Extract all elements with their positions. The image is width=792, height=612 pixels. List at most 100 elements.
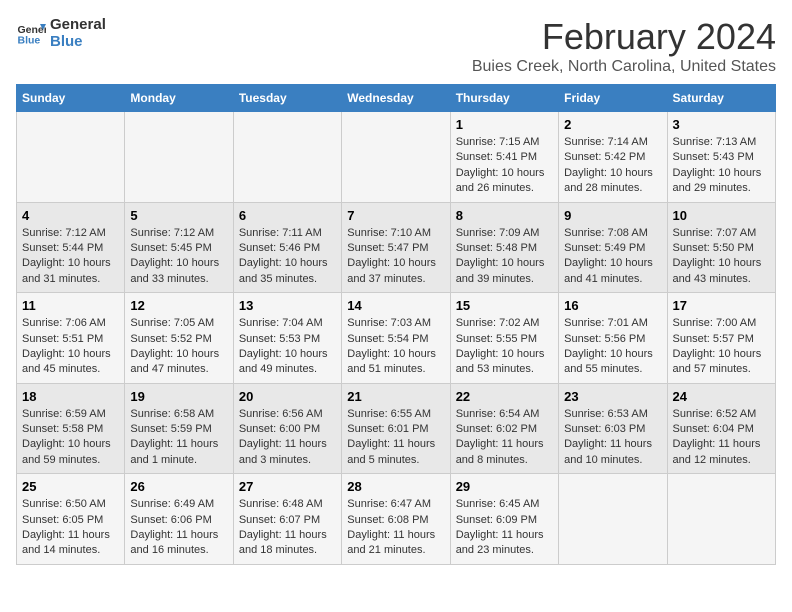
- header-day-saturday: Saturday: [667, 85, 775, 112]
- day-info: Sunrise: 7:10 AM Sunset: 5:47 PM Dayligh…: [347, 226, 444, 288]
- calendar-cell: 28 Sunrise: 6:47 AM Sunset: 6:08 PM Dayli…: [342, 474, 450, 565]
- calendar-cell: 7 Sunrise: 7:10 AM Sunset: 5:47 PM Daylig…: [342, 202, 450, 293]
- calendar-cell: 24Sunrise: 6:52 AM Sunset: 6:04 PM Dayli…: [667, 383, 775, 474]
- calendar-cell: 26 Sunrise: 6:49 AM Sunset: 6:06 PM Dayli…: [125, 474, 233, 565]
- calendar-cell: 14 Sunrise: 7:03 AM Sunset: 5:54 PM Dayli…: [342, 293, 450, 384]
- page-header: General Blue General Blue February 2024 …: [16, 16, 776, 76]
- main-title: February 2024: [472, 16, 776, 58]
- day-number: 28: [347, 479, 444, 494]
- calendar-week-row: 25 Sunrise: 6:50 AM Sunset: 6:05 PM Dayli…: [17, 474, 776, 565]
- calendar-cell: [125, 112, 233, 203]
- logo-line2: Blue: [50, 33, 106, 50]
- day-number: 16: [564, 298, 661, 313]
- calendar-cell: [17, 112, 125, 203]
- calendar-week-row: 4 Sunrise: 7:12 AM Sunset: 5:44 PM Daylig…: [17, 202, 776, 293]
- day-info: Sunrise: 6:49 AM Sunset: 6:06 PM Dayligh…: [130, 497, 227, 559]
- day-number: 8: [456, 208, 553, 223]
- header-day-friday: Friday: [559, 85, 667, 112]
- day-number: 7: [347, 208, 444, 223]
- calendar-cell: 29Sunrise: 6:45 AM Sunset: 6:09 PM Dayli…: [450, 474, 558, 565]
- day-number: 2: [564, 117, 661, 132]
- calendar-cell: [559, 474, 667, 565]
- logo-icon: General Blue: [16, 18, 46, 48]
- day-info: Sunrise: 6:58 AM Sunset: 5:59 PM Dayligh…: [130, 407, 227, 469]
- day-info: Sunrise: 7:12 AM Sunset: 5:44 PM Dayligh…: [22, 226, 119, 288]
- day-number: 12: [130, 298, 227, 313]
- day-number: 29: [456, 479, 553, 494]
- day-info: Sunrise: 7:13 AM Sunset: 5:43 PM Dayligh…: [673, 135, 770, 197]
- day-info: Sunrise: 7:12 AM Sunset: 5:45 PM Dayligh…: [130, 226, 227, 288]
- day-info: Sunrise: 7:02 AM Sunset: 5:55 PM Dayligh…: [456, 316, 553, 378]
- day-info: Sunrise: 7:03 AM Sunset: 5:54 PM Dayligh…: [347, 316, 444, 378]
- day-info: Sunrise: 7:07 AM Sunset: 5:50 PM Dayligh…: [673, 226, 770, 288]
- calendar-cell: 1 Sunrise: 7:15 AM Sunset: 5:41 PM Daylig…: [450, 112, 558, 203]
- day-number: 21: [347, 389, 444, 404]
- day-info: Sunrise: 7:09 AM Sunset: 5:48 PM Dayligh…: [456, 226, 553, 288]
- calendar-cell: 5 Sunrise: 7:12 AM Sunset: 5:45 PM Daylig…: [125, 202, 233, 293]
- calendar-cell: 13Sunrise: 7:04 AM Sunset: 5:53 PM Dayli…: [233, 293, 341, 384]
- day-number: 5: [130, 208, 227, 223]
- calendar-cell: 21Sunrise: 6:55 AM Sunset: 6:01 PM Dayli…: [342, 383, 450, 474]
- day-number: 10: [673, 208, 770, 223]
- calendar-cell: 10 Sunrise: 7:07 AM Sunset: 5:50 PM Dayli…: [667, 202, 775, 293]
- day-info: Sunrise: 6:54 AM Sunset: 6:02 PM Dayligh…: [456, 407, 553, 469]
- day-info: Sunrise: 7:00 AM Sunset: 5:57 PM Dayligh…: [673, 316, 770, 378]
- calendar-cell: 20 Sunrise: 6:56 AM Sunset: 6:00 PM Dayli…: [233, 383, 341, 474]
- calendar-cell: 25 Sunrise: 6:50 AM Sunset: 6:05 PM Dayli…: [17, 474, 125, 565]
- title-area: February 2024 Buies Creek, North Carolin…: [472, 16, 776, 76]
- calendar-cell: 12 Sunrise: 7:05 AM Sunset: 5:52 PM Dayli…: [125, 293, 233, 384]
- header-day-sunday: Sunday: [17, 85, 125, 112]
- calendar-cell: [667, 474, 775, 565]
- day-info: Sunrise: 7:08 AM Sunset: 5:49 PM Dayligh…: [564, 226, 661, 288]
- calendar-cell: 15 Sunrise: 7:02 AM Sunset: 5:55 PM Dayli…: [450, 293, 558, 384]
- day-number: 22: [456, 389, 553, 404]
- calendar-table: SundayMondayTuesdayWednesdayThursdayFrid…: [16, 84, 776, 565]
- calendar-week-row: 11 Sunrise: 7:06 AM Sunset: 5:51 PM Dayli…: [17, 293, 776, 384]
- day-number: 11: [22, 298, 119, 313]
- day-number: 26: [130, 479, 227, 494]
- calendar-cell: 16 Sunrise: 7:01 AM Sunset: 5:56 PM Dayli…: [559, 293, 667, 384]
- header-day-monday: Monday: [125, 85, 233, 112]
- day-info: Sunrise: 6:56 AM Sunset: 6:00 PM Dayligh…: [239, 407, 336, 469]
- calendar-cell: 6Sunrise: 7:11 AM Sunset: 5:46 PM Daylig…: [233, 202, 341, 293]
- day-info: Sunrise: 6:47 AM Sunset: 6:08 PM Dayligh…: [347, 497, 444, 559]
- day-number: 9: [564, 208, 661, 223]
- day-info: Sunrise: 7:15 AM Sunset: 5:41 PM Dayligh…: [456, 135, 553, 197]
- calendar-cell: 23 Sunrise: 6:53 AM Sunset: 6:03 PM Dayli…: [559, 383, 667, 474]
- day-info: Sunrise: 7:05 AM Sunset: 5:52 PM Dayligh…: [130, 316, 227, 378]
- day-info: Sunrise: 6:50 AM Sunset: 6:05 PM Dayligh…: [22, 497, 119, 559]
- subtitle: Buies Creek, North Carolina, United Stat…: [472, 58, 776, 76]
- calendar-week-row: 18Sunrise: 6:59 AM Sunset: 5:58 PM Dayli…: [17, 383, 776, 474]
- calendar-cell: 2Sunrise: 7:14 AM Sunset: 5:42 PM Daylig…: [559, 112, 667, 203]
- day-number: 25: [22, 479, 119, 494]
- day-number: 23: [564, 389, 661, 404]
- day-info: Sunrise: 6:53 AM Sunset: 6:03 PM Dayligh…: [564, 407, 661, 469]
- day-info: Sunrise: 6:59 AM Sunset: 5:58 PM Dayligh…: [22, 407, 119, 469]
- calendar-cell: 27Sunrise: 6:48 AM Sunset: 6:07 PM Dayli…: [233, 474, 341, 565]
- day-number: 24: [673, 389, 770, 404]
- calendar-cell: [233, 112, 341, 203]
- calendar-cell: [342, 112, 450, 203]
- header-day-thursday: Thursday: [450, 85, 558, 112]
- day-number: 15: [456, 298, 553, 313]
- day-info: Sunrise: 7:11 AM Sunset: 5:46 PM Dayligh…: [239, 226, 336, 288]
- calendar-cell: 18Sunrise: 6:59 AM Sunset: 5:58 PM Dayli…: [17, 383, 125, 474]
- day-number: 4: [22, 208, 119, 223]
- day-number: 20: [239, 389, 336, 404]
- calendar-cell: 9 Sunrise: 7:08 AM Sunset: 5:49 PM Daylig…: [559, 202, 667, 293]
- day-number: 14: [347, 298, 444, 313]
- day-info: Sunrise: 7:01 AM Sunset: 5:56 PM Dayligh…: [564, 316, 661, 378]
- day-number: 19: [130, 389, 227, 404]
- calendar-week-row: 1 Sunrise: 7:15 AM Sunset: 5:41 PM Daylig…: [17, 112, 776, 203]
- calendar-cell: 19 Sunrise: 6:58 AM Sunset: 5:59 PM Dayli…: [125, 383, 233, 474]
- day-info: Sunrise: 7:06 AM Sunset: 5:51 PM Dayligh…: [22, 316, 119, 378]
- calendar-cell: 11 Sunrise: 7:06 AM Sunset: 5:51 PM Dayli…: [17, 293, 125, 384]
- header-row: SundayMondayTuesdayWednesdayThursdayFrid…: [17, 85, 776, 112]
- day-info: Sunrise: 7:04 AM Sunset: 5:53 PM Dayligh…: [239, 316, 336, 378]
- svg-text:Blue: Blue: [18, 35, 41, 47]
- header-day-tuesday: Tuesday: [233, 85, 341, 112]
- day-number: 1: [456, 117, 553, 132]
- day-info: Sunrise: 6:48 AM Sunset: 6:07 PM Dayligh…: [239, 497, 336, 559]
- day-number: 17: [673, 298, 770, 313]
- logo-line1: General: [50, 16, 106, 33]
